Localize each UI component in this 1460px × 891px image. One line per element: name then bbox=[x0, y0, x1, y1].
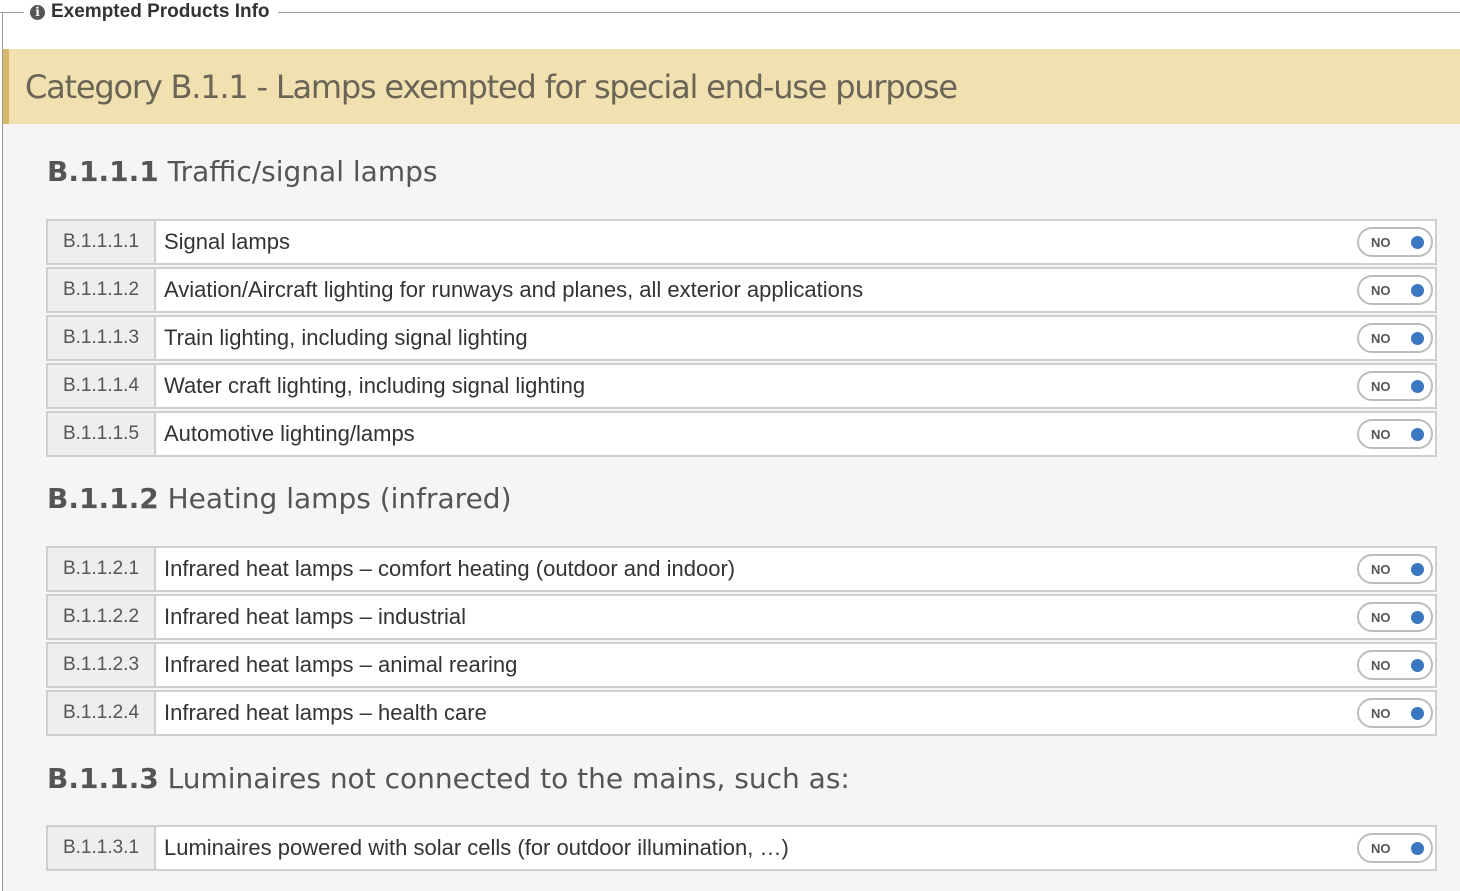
item-label-cell: Water craft lighting, including signal l… bbox=[156, 363, 1437, 409]
item-code: B.1.1.1.1 bbox=[46, 219, 156, 265]
section-code: B.1.1.3 bbox=[47, 762, 159, 795]
list-item: B.1.1.1.1 Signal lamps NO bbox=[46, 219, 1437, 265]
exemption-toggle[interactable]: NO bbox=[1357, 371, 1433, 401]
list-item: B.1.1.2.4 Infrared heat lamps – health c… bbox=[46, 690, 1437, 736]
item-label-cell: Luminaires powered with solar cells (for… bbox=[156, 825, 1437, 871]
item-label: Infrared heat lamps – animal rearing bbox=[164, 652, 518, 677]
toggle-state-label: NO bbox=[1371, 561, 1391, 577]
item-code: B.1.1.2.2 bbox=[46, 594, 156, 640]
exemption-toggle[interactable]: NO bbox=[1357, 698, 1433, 728]
item-label: Train lighting, including signal lightin… bbox=[164, 325, 528, 350]
toggle-knob-icon bbox=[1411, 380, 1424, 393]
item-label: Water craft lighting, including signal l… bbox=[164, 373, 586, 398]
exemption-toggle[interactable]: NO bbox=[1357, 554, 1433, 584]
list-item: B.1.1.2.3 Infrared heat lamps – animal r… bbox=[46, 642, 1437, 688]
fieldset-legend: i Exempted Products Info bbox=[24, 0, 278, 24]
item-code: B.1.1.1.2 bbox=[46, 267, 156, 313]
toggle-state-label: NO bbox=[1371, 840, 1391, 856]
exemption-toggle[interactable]: NO bbox=[1357, 602, 1433, 632]
item-code: B.1.1.1.3 bbox=[46, 315, 156, 361]
list-item: B.1.1.2.2 Infrared heat lamps – industri… bbox=[46, 594, 1437, 640]
toggle-knob-icon bbox=[1411, 284, 1424, 297]
exemption-toggle[interactable]: NO bbox=[1357, 275, 1433, 305]
toggle-state-label: NO bbox=[1371, 234, 1391, 250]
section-title: B.1.1.1 Traffic/signal lamps bbox=[47, 155, 437, 188]
section-code: B.1.1.2 bbox=[47, 482, 159, 515]
item-label-cell: Automotive lighting/lamps NO bbox=[156, 411, 1437, 457]
item-label: Infrared heat lamps – industrial bbox=[164, 604, 467, 629]
toggle-state-label: NO bbox=[1371, 609, 1391, 625]
item-code: B.1.1.2.1 bbox=[46, 546, 156, 592]
toggle-knob-icon bbox=[1411, 236, 1424, 249]
toggle-state-label: NO bbox=[1371, 426, 1391, 442]
toggle-knob-icon bbox=[1411, 611, 1424, 624]
list-item: B.1.1.3.1 Luminaires powered with solar … bbox=[46, 825, 1437, 871]
section-name: Heating lamps (infrared) bbox=[167, 482, 512, 515]
item-label-cell: Aviation/Aircraft lighting for runways a… bbox=[156, 267, 1437, 313]
exempted-products-panel: Category B.1.1 - Lamps exempted for spec… bbox=[3, 49, 1460, 891]
item-code: B.1.1.2.4 bbox=[46, 690, 156, 736]
item-code: B.1.1.1.4 bbox=[46, 363, 156, 409]
item-label-cell: Infrared heat lamps – health care NO bbox=[156, 690, 1437, 736]
item-code: B.1.1.1.5 bbox=[46, 411, 156, 457]
legend-text: Exempted Products Info bbox=[51, 1, 270, 22]
exemption-toggle[interactable]: NO bbox=[1357, 833, 1433, 863]
exemption-toggle[interactable]: NO bbox=[1357, 323, 1433, 353]
toggle-knob-icon bbox=[1411, 428, 1424, 441]
toggle-knob-icon bbox=[1411, 707, 1424, 720]
toggle-state-label: NO bbox=[1371, 657, 1391, 673]
toggle-knob-icon bbox=[1411, 659, 1424, 672]
section-name: Traffic/signal lamps bbox=[167, 155, 438, 188]
list-item: B.1.1.1.2 Aviation/Aircraft lighting for… bbox=[46, 267, 1437, 313]
category-banner: Category B.1.1 - Lamps exempted for spec… bbox=[3, 49, 1460, 124]
toggle-knob-icon bbox=[1411, 563, 1424, 576]
item-label: Signal lamps bbox=[164, 229, 290, 254]
toggle-knob-icon bbox=[1411, 332, 1424, 345]
list-item: B.1.1.1.5 Automotive lighting/lamps NO bbox=[46, 411, 1437, 457]
item-label: Luminaires powered with solar cells (for… bbox=[164, 835, 789, 860]
list-item: B.1.1.1.3 Train lighting, including sign… bbox=[46, 315, 1437, 361]
item-label-cell: Train lighting, including signal lightin… bbox=[156, 315, 1437, 361]
item-label: Automotive lighting/lamps bbox=[164, 421, 415, 446]
section-title: B.1.1.2 Heating lamps (infrared) bbox=[47, 482, 512, 515]
item-code: B.1.1.3.1 bbox=[46, 825, 156, 871]
exemption-toggle[interactable]: NO bbox=[1357, 227, 1433, 257]
item-label: Infrared heat lamps – comfort heating (o… bbox=[164, 556, 736, 581]
list-item: B.1.1.1.4 Water craft lighting, includin… bbox=[46, 363, 1437, 409]
item-label-cell: Infrared heat lamps – animal rearing NO bbox=[156, 642, 1437, 688]
item-label-cell: Signal lamps NO bbox=[156, 219, 1437, 265]
info-circle-icon: i bbox=[30, 4, 45, 20]
toggle-state-label: NO bbox=[1371, 705, 1391, 721]
toggle-knob-icon bbox=[1411, 842, 1424, 855]
toggle-state-label: NO bbox=[1371, 378, 1391, 394]
item-label-cell: Infrared heat lamps – comfort heating (o… bbox=[156, 546, 1437, 592]
item-label-cell: Infrared heat lamps – industrial NO bbox=[156, 594, 1437, 640]
item-label: Aviation/Aircraft lighting for runways a… bbox=[164, 277, 864, 302]
section-title: B.1.1.3 Luminaires not connected to the … bbox=[47, 762, 850, 795]
list-item: B.1.1.2.1 Infrared heat lamps – comfort … bbox=[46, 546, 1437, 592]
exemption-toggle[interactable]: NO bbox=[1357, 650, 1433, 680]
item-code: B.1.1.2.3 bbox=[46, 642, 156, 688]
exemption-toggle[interactable]: NO bbox=[1357, 419, 1433, 449]
toggle-state-label: NO bbox=[1371, 330, 1391, 346]
section-code: B.1.1.1 bbox=[47, 155, 159, 188]
toggle-state-label: NO bbox=[1371, 282, 1391, 298]
section-name: Luminaires not connected to the mains, s… bbox=[167, 762, 850, 795]
item-label: Infrared heat lamps – health care bbox=[164, 700, 487, 725]
